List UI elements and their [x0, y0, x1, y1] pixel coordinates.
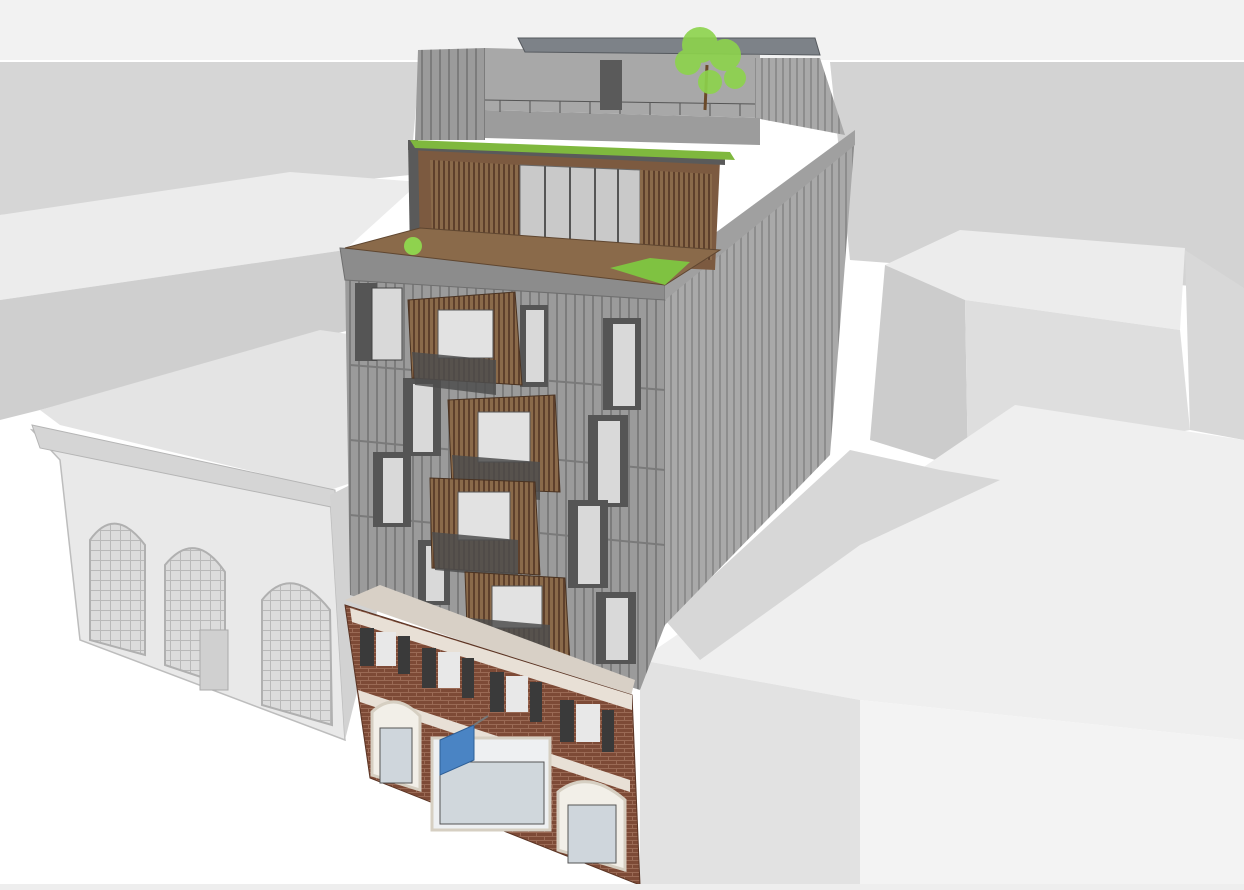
timber-balcony-box — [429, 477, 541, 578]
brick-arched-door — [370, 700, 422, 793]
tower-window — [403, 378, 441, 456]
brick-arched-door — [556, 780, 627, 873]
architectural-render-scene — [0, 0, 1244, 890]
rooftop-enclosure-front — [415, 48, 485, 140]
tower-window — [373, 452, 411, 527]
roof-access-door — [600, 60, 622, 110]
tower-window — [596, 592, 636, 664]
street-edge — [0, 884, 1244, 890]
tower-window — [603, 318, 641, 410]
tower-window — [355, 283, 403, 361]
right-foreground-block-front — [640, 660, 860, 890]
right-back-block-front — [870, 265, 968, 470]
historic-arched-window — [89, 522, 146, 657]
tower-window — [568, 500, 608, 588]
solar-panels — [517, 37, 821, 56]
tower-window — [588, 415, 628, 507]
historic-door — [199, 629, 229, 691]
historic-arched-window — [261, 582, 334, 727]
terrace-plant — [404, 237, 422, 255]
timber-balcony-box — [407, 291, 523, 395]
tower-window — [520, 305, 548, 387]
